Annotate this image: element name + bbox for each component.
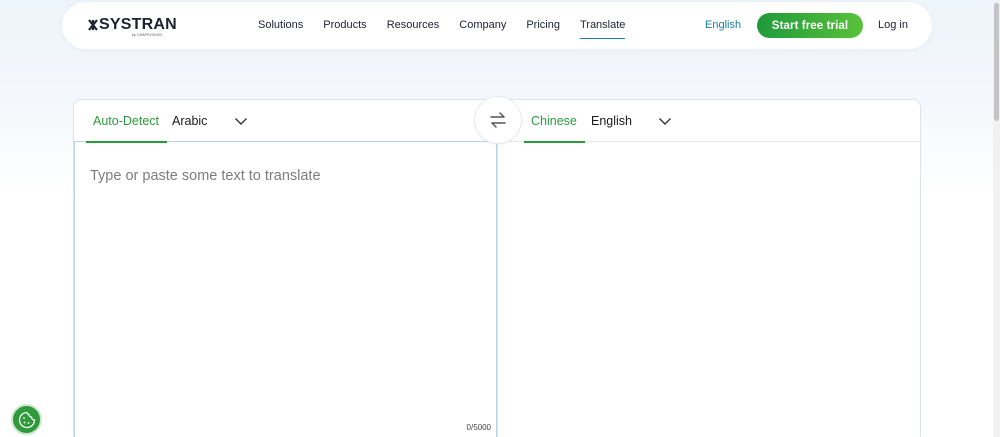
main-nav: Solutions Products Resources Company Pri… bbox=[258, 2, 626, 49]
source-pane: Auto-Detect Arabic 0/5000 bbox=[74, 100, 497, 437]
nav-products[interactable]: Products bbox=[323, 2, 366, 49]
source-language-select[interactable]: Arabic bbox=[172, 100, 207, 142]
nav-pricing[interactable]: Pricing bbox=[526, 2, 560, 49]
logo-byline: by CHAPSVISION bbox=[132, 33, 162, 37]
top-navbar: SYSTRAN by CHAPSVISION Solutions Product… bbox=[62, 2, 932, 49]
swap-arrows-icon bbox=[490, 112, 506, 128]
logo-wordmark: SYSTRAN bbox=[99, 16, 177, 33]
translator-panel: Auto-Detect Arabic 0/5000 Chinese Englis… bbox=[73, 96, 921, 437]
swap-languages-button[interactable] bbox=[474, 96, 522, 144]
target-pane: Chinese English bbox=[497, 100, 920, 437]
chevron-down-icon[interactable] bbox=[658, 115, 672, 127]
login-link[interactable]: Log in bbox=[878, 2, 908, 49]
source-language-bar: Auto-Detect Arabic bbox=[74, 100, 497, 143]
source-text-input[interactable] bbox=[90, 168, 480, 408]
character-counter: 0/5000 bbox=[466, 423, 491, 432]
tab-target-chinese[interactable]: Chinese bbox=[524, 100, 585, 143]
cookie-icon bbox=[18, 411, 35, 428]
systran-logo[interactable]: SYSTRAN by CHAPSVISION bbox=[88, 16, 177, 38]
cookie-settings-button[interactable] bbox=[11, 404, 42, 435]
target-language-select[interactable]: English bbox=[591, 100, 632, 142]
target-language-bar: Chinese English bbox=[498, 100, 920, 143]
scrollbar-thumb[interactable] bbox=[994, 3, 999, 121]
logo-mark-icon bbox=[88, 19, 98, 31]
page-scrollbar[interactable] bbox=[993, 0, 1000, 437]
tab-auto-detect[interactable]: Auto-Detect bbox=[85, 100, 168, 143]
start-free-trial-button[interactable]: Start free trial bbox=[757, 13, 863, 38]
nav-company[interactable]: Company bbox=[459, 2, 506, 49]
site-language-selector[interactable]: English bbox=[705, 2, 741, 49]
chevron-down-icon[interactable] bbox=[234, 115, 248, 127]
nav-translate[interactable]: Translate bbox=[579, 2, 626, 49]
nav-solutions[interactable]: Solutions bbox=[258, 2, 303, 49]
nav-resources[interactable]: Resources bbox=[387, 2, 440, 49]
